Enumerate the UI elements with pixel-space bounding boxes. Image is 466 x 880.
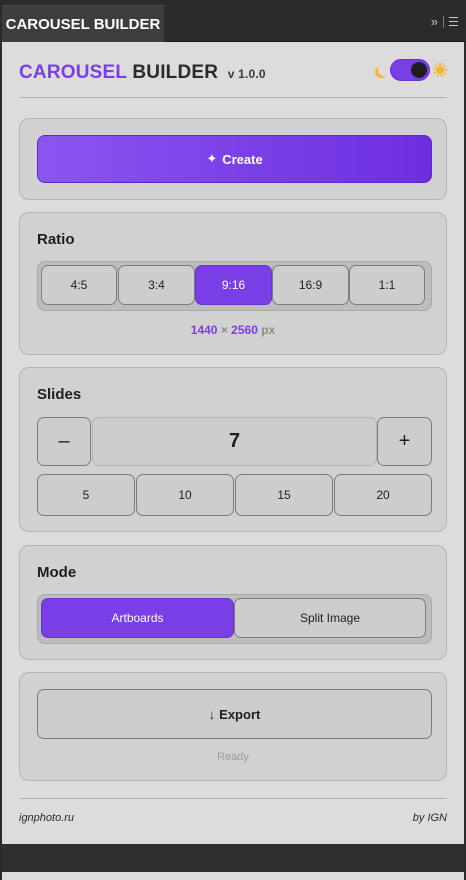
mode-selector: Artboards Split Image [37, 594, 432, 644]
ratio-dimensions: 1440 × 2560 px [20, 323, 446, 337]
sparkle-icon: ✦ [206, 151, 218, 166]
app-title: CAROUSEL BUILDER v 1.0.0 [19, 62, 266, 84]
panel-bottom-edge [2, 872, 464, 880]
create-card: ✦ Create [19, 118, 447, 200]
ratio-selector: 4:5 3:4 9:16 16:9 1:1 [37, 261, 432, 311]
moon-icon [378, 64, 390, 76]
theme-switch [375, 59, 447, 81]
slides-decrement-button[interactable]: – [37, 417, 91, 466]
mode-option-split-image[interactable]: Split Image [234, 598, 426, 638]
export-button[interactable]: ↓ Export [37, 689, 432, 739]
ratio-times: × [220, 323, 228, 337]
export-status: Ready [217, 751, 249, 763]
mode-card: Mode Artboards Split Image [19, 545, 447, 660]
ratio-option-9-16[interactable]: 9:16 [195, 265, 272, 305]
theme-toggle[interactable] [390, 59, 430, 81]
expand-icon[interactable]: » [431, 14, 438, 29]
app-title-rest: BUILDER [132, 62, 219, 83]
footer-credit: by IGN [412, 812, 447, 824]
panel-bottom-bar [2, 844, 464, 872]
ratio-card: Ratio 4:5 3:4 9:16 16:9 1:1 1440 × 2560 … [19, 212, 447, 355]
plugin-panel: CAROUSEL BUILDER v 1.0.0 ✦ Create Ratio … [2, 42, 464, 844]
footer-site-link[interactable]: ignphoto.ru [19, 812, 74, 824]
tab-tools-divider [443, 15, 444, 28]
panel-tab[interactable]: CAROUSEL BUILDER [2, 5, 164, 42]
ratio-option-16-9[interactable]: 16:9 [272, 265, 349, 305]
slides-preset-15[interactable]: 15 [235, 474, 333, 516]
app-header: CAROUSEL BUILDER v 1.0.0 [19, 57, 447, 98]
slides-count-field[interactable]: 7 [92, 417, 377, 466]
export-button-label: Export [219, 706, 261, 722]
app-version: v 1.0.0 [227, 67, 266, 81]
ratio-width: 1440 [190, 323, 218, 337]
slides-preset-20[interactable]: 20 [334, 474, 432, 516]
slides-preset-10[interactable]: 10 [136, 474, 234, 516]
create-button[interactable]: ✦ Create [37, 135, 432, 183]
theme-toggle-knob [411, 62, 427, 78]
slides-card: Slides – 7 + 5 10 15 20 [19, 367, 447, 532]
export-card: ↓ Export Ready [19, 672, 447, 781]
panel-menu-icon[interactable] [449, 17, 458, 26]
ratio-option-1-1[interactable]: 1:1 [349, 265, 425, 305]
slides-title: Slides [37, 386, 82, 403]
create-button-label: Create [222, 151, 263, 167]
mode-option-artboards[interactable]: Artboards [41, 598, 234, 638]
ratio-height: 2560 [231, 323, 258, 337]
mode-title: Mode [37, 564, 77, 581]
app-title-accent: CAROUSEL [19, 62, 127, 83]
panel-tab-title: CAROUSEL BUILDER [5, 15, 161, 33]
slides-preset-5[interactable]: 5 [37, 474, 135, 516]
slides-increment-button[interactable]: + [377, 417, 432, 466]
panel-tab-tools: » [431, 14, 458, 29]
panel-tab-bar: CAROUSEL BUILDER » [0, 0, 466, 42]
ratio-option-3-4[interactable]: 3:4 [118, 265, 195, 305]
ratio-title: Ratio [37, 231, 75, 248]
ratio-unit: px [261, 323, 276, 337]
ratio-option-4-5[interactable]: 4:5 [41, 265, 117, 305]
panel-footer: ignphoto.ru by IGN [19, 798, 447, 824]
sun-icon [433, 63, 447, 77]
arrow-down-icon: ↓ [208, 706, 216, 722]
